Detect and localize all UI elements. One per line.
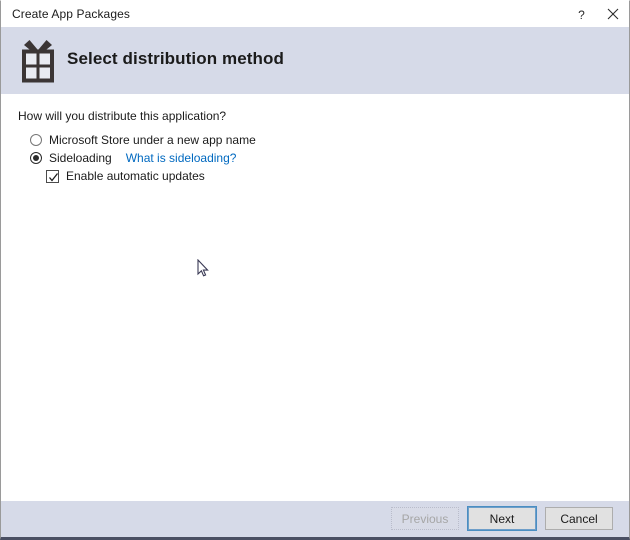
checkbox-option-automatic-updates[interactable]: Enable automatic updates <box>46 169 205 183</box>
radio-sideloading[interactable] <box>30 152 42 164</box>
checkmark-icon <box>49 172 59 182</box>
radio-option-microsoft-store[interactable]: Microsoft Store under a new app name <box>30 133 256 147</box>
footer-button-group: Previous Next Cancel <box>391 506 613 531</box>
what-is-sideloading-link[interactable]: What is sideloading? <box>126 151 237 165</box>
cancel-button[interactable]: Cancel <box>545 507 613 530</box>
radio-label-microsoft-store: Microsoft Store under a new app name <box>49 133 256 147</box>
distribution-question: How will you distribute this application… <box>18 109 227 123</box>
title-bar: Create App Packages ? <box>1 1 629 27</box>
dialog-content: How will you distribute this application… <box>1 94 629 497</box>
dialog-footer: Previous Next Cancel <box>1 501 629 537</box>
question-mark-icon: ? <box>578 8 585 21</box>
help-button[interactable]: ? <box>565 1 597 27</box>
header-band: Select distribution method <box>1 27 629 94</box>
next-button[interactable]: Next <box>467 506 537 531</box>
create-app-packages-dialog: Create App Packages ? Select distributio… <box>0 0 630 540</box>
radio-option-sideloading[interactable]: Sideloading What is sideloading? <box>30 151 236 165</box>
page-title: Select distribution method <box>67 49 285 68</box>
window-title: Create App Packages <box>12 7 130 21</box>
checkbox-enable-automatic-updates[interactable] <box>46 169 59 183</box>
window-controls: ? <box>565 1 629 27</box>
radio-label-sideloading: Sideloading <box>49 151 112 165</box>
radio-microsoft-store[interactable] <box>30 134 42 146</box>
previous-button[interactable]: Previous <box>391 507 459 530</box>
close-button[interactable] <box>597 1 629 27</box>
svg-text:?: ? <box>578 8 585 21</box>
close-icon <box>607 8 619 20</box>
checkbox-label-automatic-updates: Enable automatic updates <box>66 169 205 183</box>
gift-package-icon <box>17 39 59 85</box>
